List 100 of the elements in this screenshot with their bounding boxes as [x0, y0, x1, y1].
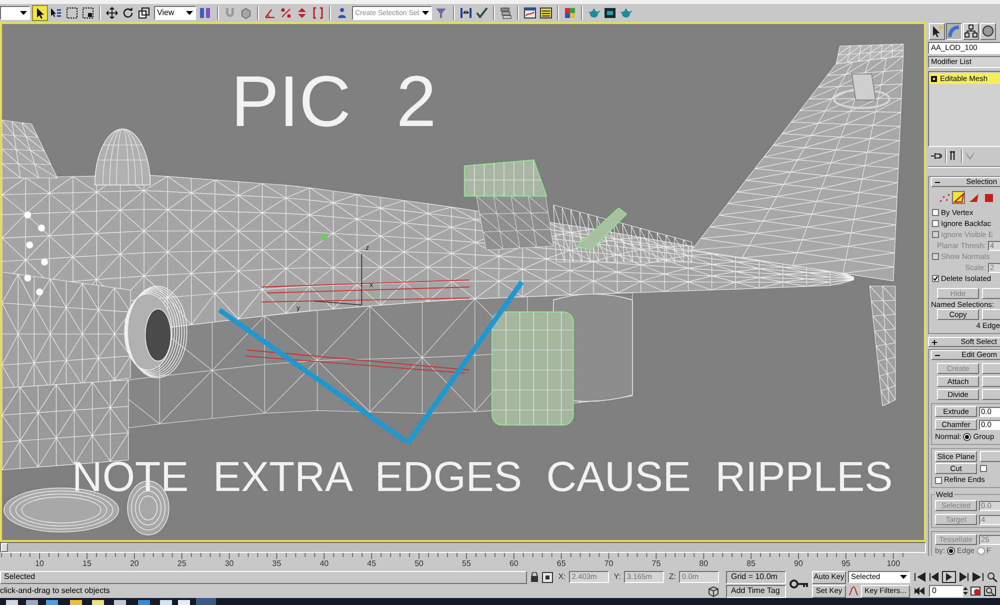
person-icon[interactable] — [336, 7, 348, 19]
angle-icon[interactable] — [264, 7, 276, 19]
frame-number: 70 — [604, 560, 614, 568]
caret-icon — [186, 11, 193, 15]
list-cursor-icon[interactable] — [50, 7, 62, 19]
move-arrows-icon — [106, 7, 118, 19]
curve-icon[interactable] — [848, 586, 859, 596]
padlock-icon[interactable] — [530, 572, 540, 582]
pin-icon[interactable] — [931, 152, 942, 160]
dots-icon — [938, 192, 950, 204]
step-forward-icon[interactable] — [958, 572, 970, 582]
time-slider-track[interactable] — [0, 542, 926, 553]
rotate-icon — [122, 7, 134, 19]
subobject-level-button[interactable] — [982, 191, 995, 204]
frame-number: 100 — [886, 560, 900, 568]
selection-status-field: Selected — [0, 570, 528, 584]
frame-number: 40 — [320, 560, 329, 568]
zoom-box-icon[interactable] — [984, 586, 996, 596]
caret-icon — [422, 11, 429, 15]
checkbox[interactable] — [932, 220, 939, 227]
clock-window-icon[interactable] — [970, 586, 982, 596]
panel-button[interactable] — [982, 288, 1000, 299]
tool-button[interactable] — [32, 5, 48, 21]
checkbox[interactable] — [932, 209, 939, 216]
axis-gizmo — [314, 254, 362, 306]
checkmark-icon[interactable] — [476, 7, 488, 19]
radio-button[interactable] — [963, 433, 972, 441]
coordinate-label: Y: — [614, 573, 621, 581]
curved-tube-icon — [947, 24, 961, 38]
funnel-icon[interactable] — [435, 7, 447, 19]
frame-number: 95 — [841, 560, 850, 568]
frame-number: 10 — [35, 560, 44, 568]
hierarchy-icon — [964, 24, 978, 38]
play-button[interactable] — [942, 571, 956, 583]
bracket-icon[interactable] — [312, 7, 324, 19]
viewcube-icon[interactable] — [833, 74, 890, 109]
frame-number: 75 — [652, 560, 661, 568]
cube-icon[interactable] — [240, 7, 252, 19]
mirror-bars-icon[interactable] — [460, 7, 472, 19]
caret-icon — [20, 11, 27, 15]
panel-button[interactable] — [982, 309, 1000, 320]
expand-toggle-icon — [931, 76, 937, 82]
triangle-outline-icon — [952, 192, 964, 204]
arrow-cursor-icon — [34, 7, 46, 19]
caption-text: NOTE EXTRA EDGES CAUSE RIPPLES — [72, 456, 893, 498]
dashed-square-icon[interactable] — [66, 7, 78, 19]
coordinate-label: Z: — [668, 573, 676, 581]
triangle-arrows-icon[interactable] — [296, 7, 308, 19]
spinner-arrows-icon[interactable] — [963, 586, 968, 596]
grid-size-text: Grid = 10.0m — [726, 570, 786, 584]
frame-number: 15 — [82, 560, 92, 568]
frame-number: 65 — [556, 560, 566, 568]
bars-icon[interactable] — [199, 7, 211, 19]
color-grid-icon[interactable] — [564, 7, 576, 19]
selection-filter-dropdown[interactable] — [0, 6, 30, 20]
frame-number: 55 — [462, 560, 471, 568]
frame-number: 45 — [367, 560, 376, 568]
frame-number: 50 — [414, 560, 424, 568]
subobject-level-button[interactable] — [952, 191, 965, 204]
panel-button[interactable] — [982, 363, 1000, 374]
tool-button[interactable] — [136, 5, 152, 21]
percent-icon[interactable] — [280, 7, 292, 19]
cube-outline-icon[interactable] — [708, 586, 719, 596]
timeline-ruler[interactable]: 10 15 20 25 30 35 40 45 50 55 60 65 70 75 80 85 90 95 100 — [0, 553, 926, 570]
reference-coordinate-dropdown[interactable]: View — [154, 6, 196, 20]
frame-number: 35 — [272, 560, 282, 568]
heading-text: PIC 2 — [231, 66, 436, 138]
frame-number: 20 — [130, 560, 139, 568]
key-icon[interactable] — [789, 579, 809, 589]
caret-icon — [900, 575, 907, 579]
time-slider-thumb[interactable] — [1, 543, 8, 552]
checkbox[interactable] — [932, 275, 939, 282]
frame-number: 60 — [509, 560, 518, 568]
tuning-fork-icon[interactable] — [950, 151, 958, 160]
panel-button[interactable] — [982, 376, 1000, 387]
skip-start-icon[interactable] — [914, 572, 926, 582]
time-tag-button[interactable]: Add Time Tag — [726, 584, 786, 598]
subobject-level-button[interactable] — [967, 191, 980, 204]
frame-number: 30 — [224, 560, 234, 568]
panel-button[interactable] — [980, 451, 1000, 462]
panel-button[interactable] — [982, 389, 1000, 400]
skip-end-icon[interactable] — [972, 572, 984, 582]
frame-field[interactable]: 0 — [929, 585, 963, 597]
window-icon[interactable] — [524, 7, 536, 19]
layers-icon[interactable] — [500, 7, 512, 19]
schematic-icon[interactable] — [540, 7, 552, 19]
cursor-icon — [930, 24, 944, 38]
frame-number: 80 — [699, 560, 708, 568]
dark-window-icon[interactable] — [604, 7, 616, 19]
skip-keys-icon[interactable] — [914, 586, 926, 596]
magnifier-icon[interactable] — [986, 572, 998, 582]
checkbox[interactable] — [935, 476, 942, 484]
circle-icon — [981, 24, 995, 38]
frame-number: 85 — [746, 560, 756, 568]
prompt-text: click-and-drag to select objects — [0, 585, 111, 597]
frame-number: 25 — [177, 560, 186, 568]
step-back-icon[interactable] — [928, 572, 940, 582]
checkbox[interactable] — [980, 465, 987, 472]
tool-button[interactable] — [104, 5, 120, 21]
play-icon — [945, 573, 953, 581]
